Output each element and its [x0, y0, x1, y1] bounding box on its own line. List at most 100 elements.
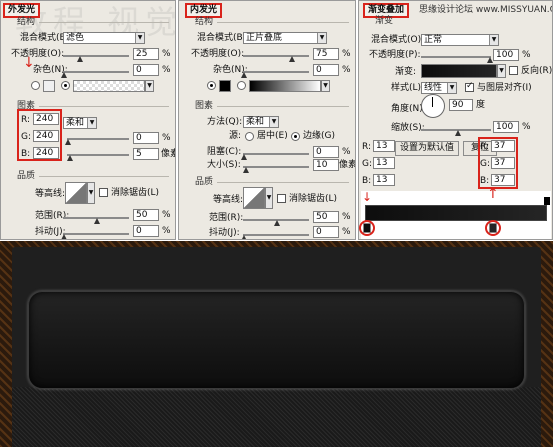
- opacity-input[interactable]: 100: [493, 49, 519, 61]
- size-slider-track[interactable]: [243, 166, 309, 168]
- left-b-input[interactable]: 13: [373, 174, 395, 186]
- scale-slider-thumb[interactable]: [455, 130, 461, 136]
- gradient-overlay-panel: 渐变叠加 思缘设计论坛 www.MISSYUAN.COM 渐变 混合模式(O):…: [358, 0, 553, 240]
- mesh-texture: [12, 387, 541, 447]
- chevron-down-icon[interactable]: ▼: [265, 187, 273, 209]
- percent-unit: %: [342, 227, 351, 237]
- chevron-down-icon: ▼: [489, 35, 498, 45]
- size-slider-track[interactable]: [67, 154, 129, 156]
- set-default-button[interactable]: 设置为默认值: [395, 141, 459, 156]
- jitter-slider-track[interactable]: [243, 234, 309, 236]
- divider: [39, 22, 169, 23]
- pixel-unit: 像素: [161, 149, 175, 159]
- chevron-down-icon[interactable]: ▼: [145, 80, 154, 92]
- spread-slider-thumb[interactable]: [65, 139, 71, 145]
- outer-panel: [12, 247, 541, 447]
- angle-input[interactable]: 90: [449, 99, 473, 111]
- spread-input[interactable]: 0: [133, 132, 159, 144]
- opacity-slider-track[interactable]: [421, 56, 491, 58]
- check-icon: ✓: [466, 81, 474, 91]
- anti-alias-checkbox[interactable]: [99, 188, 108, 197]
- gradient-swatch[interactable]: [249, 80, 321, 92]
- percent-unit: %: [342, 65, 351, 75]
- percent-unit: %: [162, 49, 171, 59]
- stop-highlight: [359, 220, 375, 236]
- gradient-radio[interactable]: [61, 81, 70, 90]
- chevron-down-icon[interactable]: ▼: [497, 64, 506, 78]
- noise-input[interactable]: 0: [133, 64, 159, 76]
- scale-input[interactable]: 100: [493, 121, 519, 133]
- gradient-swatch[interactable]: [73, 80, 145, 92]
- contour-preview[interactable]: [243, 187, 265, 209]
- chevron-down-icon[interactable]: ▼: [321, 80, 330, 92]
- choke-slider-thumb[interactable]: [241, 154, 247, 160]
- angle-dial[interactable]: [421, 94, 445, 118]
- size-input[interactable]: 5: [133, 148, 159, 160]
- style-select[interactable]: 线性 ▼: [421, 82, 457, 94]
- arrow-down-icon: ↓: [23, 55, 35, 71]
- technique-select[interactable]: 柔和 ▼: [243, 116, 279, 128]
- blend-mode-select[interactable]: 正片叠底 ▼: [243, 32, 327, 44]
- center-radio[interactable]: [245, 132, 254, 141]
- glow-color-swatch[interactable]: [219, 80, 231, 92]
- noise-slider-thumb[interactable]: [241, 72, 247, 78]
- blend-mode-select[interactable]: 正常 ▼: [421, 34, 499, 46]
- percent-unit: %: [162, 65, 171, 75]
- range-slider-thumb[interactable]: [94, 218, 100, 224]
- choke-slider-track[interactable]: [243, 153, 309, 155]
- choke-input[interactable]: 0: [313, 146, 339, 158]
- structure-heading: 结构: [195, 17, 214, 27]
- anti-alias-checkbox[interactable]: [277, 194, 286, 203]
- size-input[interactable]: 10: [313, 159, 339, 171]
- divider: [217, 22, 349, 23]
- noise-slider-thumb[interactable]: [61, 72, 67, 78]
- gradient-radio[interactable]: [237, 81, 246, 90]
- align-checkbox[interactable]: ✓: [465, 81, 474, 92]
- opacity-slider-track[interactable]: [243, 55, 309, 57]
- blend-mode-select[interactable]: 滤色 ▼: [63, 32, 145, 44]
- range-input[interactable]: 50: [133, 209, 159, 221]
- jitter-slider-track[interactable]: [63, 233, 129, 235]
- opacity-slider-track[interactable]: [63, 55, 129, 57]
- contour-preview[interactable]: [65, 182, 87, 204]
- jitter-input[interactable]: 0: [313, 226, 339, 238]
- jitter-slider-thumb[interactable]: [61, 234, 67, 239]
- elements-heading: 图素: [195, 101, 214, 111]
- reverse-checkbox[interactable]: [509, 66, 518, 75]
- solid-color-radio[interactable]: [207, 81, 216, 90]
- left-g-input[interactable]: 13: [373, 157, 395, 169]
- jitter-slider-thumb[interactable]: [241, 235, 247, 239]
- jitter-input[interactable]: 0: [133, 225, 159, 237]
- left-b-label: B:: [362, 176, 372, 186]
- left-r-input[interactable]: 13: [373, 140, 395, 152]
- opacity-stop[interactable]: [544, 197, 550, 205]
- technique-label: 方法(Q):: [207, 117, 243, 127]
- divider: [39, 106, 169, 107]
- opacity-input[interactable]: 25: [133, 48, 159, 60]
- technique-select[interactable]: 柔和 ▼: [63, 117, 97, 129]
- spread-slider-track[interactable]: [67, 138, 129, 140]
- glow-color-swatch[interactable]: [43, 80, 55, 92]
- chevron-down-icon: ▼: [87, 118, 96, 128]
- noise-slider-track[interactable]: [243, 71, 309, 73]
- size-slider-thumb[interactable]: [243, 167, 249, 173]
- range-input[interactable]: 50: [313, 211, 339, 223]
- gradient-heading: 渐变: [375, 16, 394, 26]
- gradient-editor-bar[interactable]: [365, 205, 547, 221]
- degree-unit: 度: [476, 100, 486, 110]
- gradient-swatch[interactable]: [421, 64, 497, 78]
- chevron-down-icon[interactable]: ▼: [87, 182, 95, 204]
- opacity-input[interactable]: 75: [313, 48, 339, 60]
- size-slider-thumb[interactable]: [67, 155, 73, 161]
- noise-slider-track[interactable]: [63, 71, 129, 73]
- divider: [39, 176, 169, 177]
- percent-unit: %: [342, 212, 351, 222]
- opacity-label: 不透明度(O):: [191, 49, 245, 59]
- opacity-slider-thumb[interactable]: [77, 56, 83, 62]
- divider: [217, 182, 349, 183]
- range-slider-thumb[interactable]: [274, 220, 280, 226]
- edge-radio[interactable]: [291, 132, 300, 141]
- solid-color-radio[interactable]: [31, 81, 40, 90]
- noise-input[interactable]: 0: [313, 64, 339, 76]
- opacity-slider-thumb[interactable]: [289, 56, 295, 62]
